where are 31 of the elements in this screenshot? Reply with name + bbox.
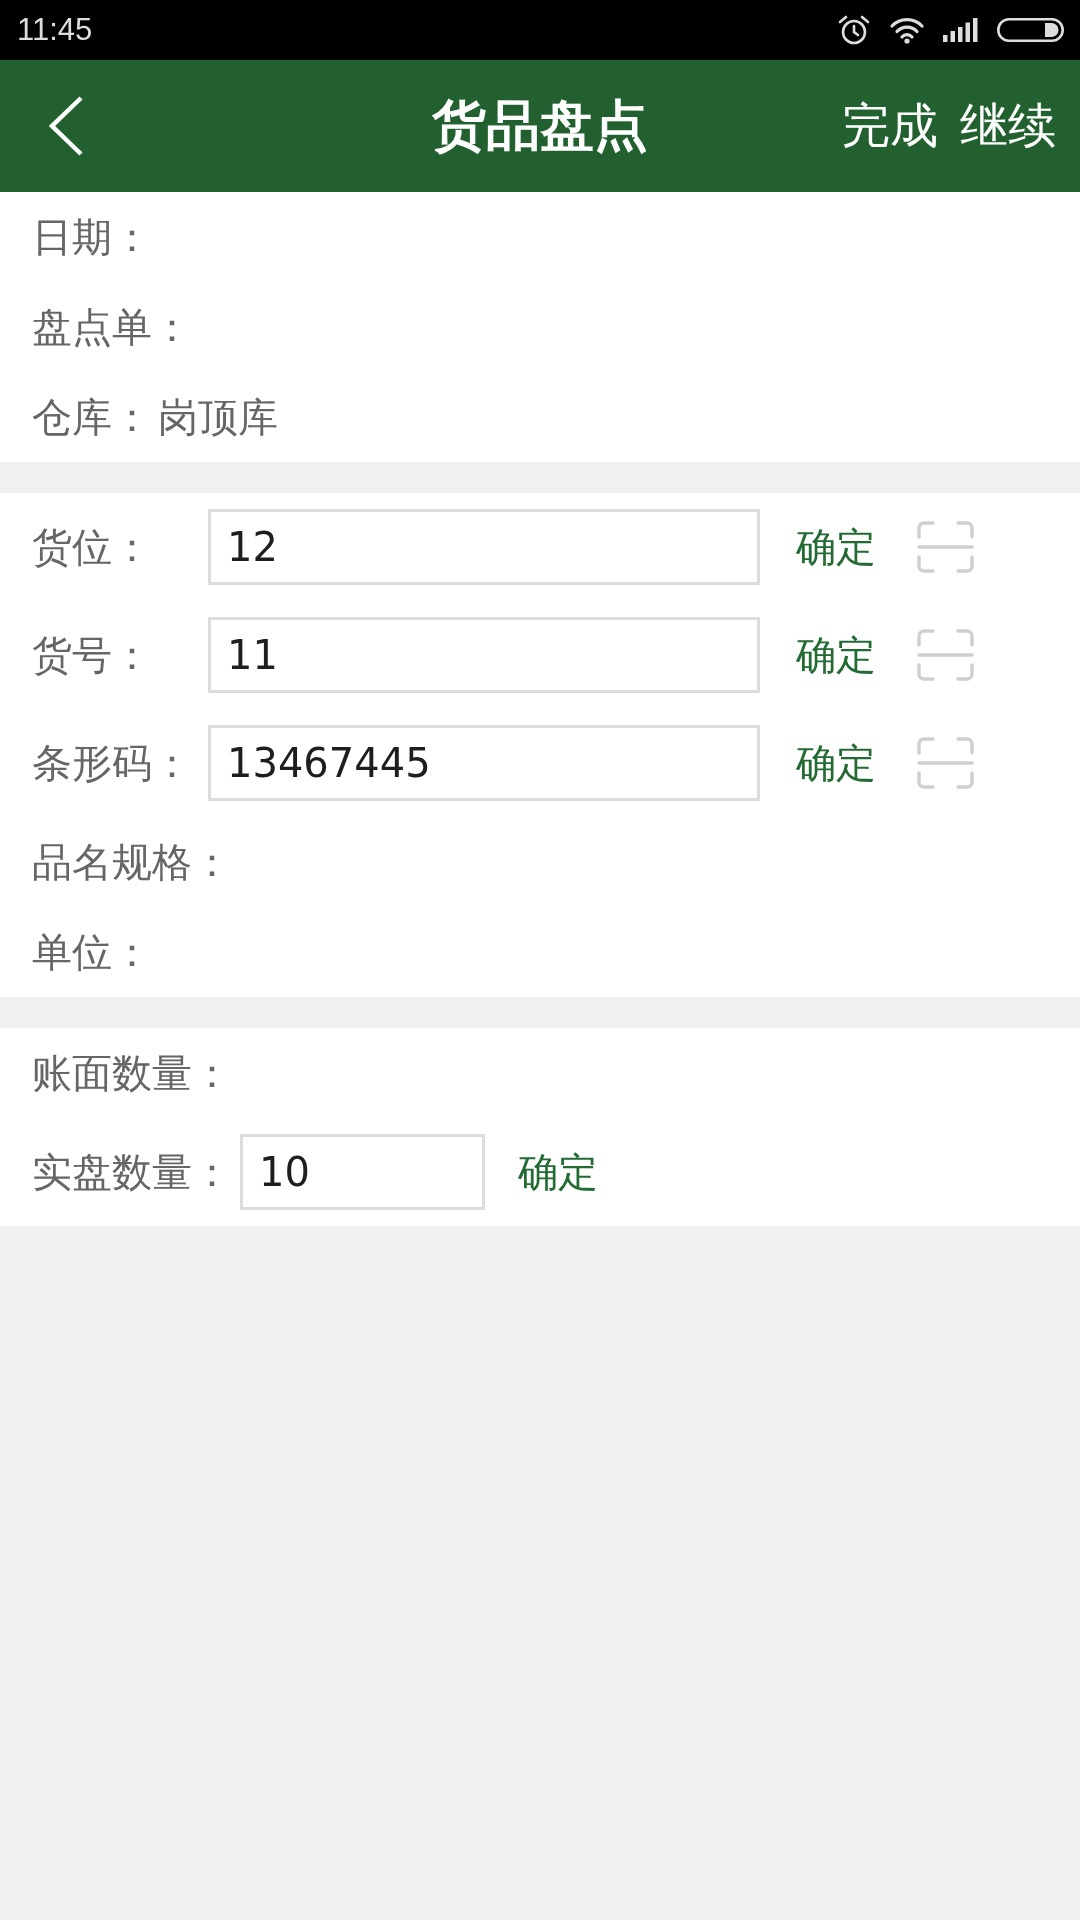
clock-time: 11:45 [17,12,93,48]
field-label: 账面数量： [32,1048,232,1098]
confirm-button[interactable]: 确定 [796,519,876,575]
field-label: 条形码： [32,738,193,788]
confirm-button[interactable]: 确定 [796,735,876,791]
field-label: 实盘数量： [32,1147,232,1197]
battery-icon [997,18,1064,42]
scan-icon[interactable] [917,737,974,789]
signal-icon [943,18,979,42]
header-action-button[interactable]: 完成 [842,94,938,158]
field-label: 仓库： [32,392,152,442]
back-icon[interactable] [48,96,84,156]
wifi-icon [889,16,925,44]
field-label: 品名规格： [32,837,232,887]
field-label: 日期： [32,212,152,262]
input-field[interactable]: 11 [208,617,760,693]
field-label: 单位： [32,927,152,977]
field-label: 货位： [32,522,153,572]
confirm-button[interactable]: 确定 [518,1144,598,1200]
field-value: 岗顶库 [158,392,278,442]
field-label: 盘点单： [32,302,192,352]
page-title: 货品盘点 [432,92,648,159]
input-field[interactable]: 12 [208,509,760,585]
header-action-button[interactable]: 继续 [960,94,1056,158]
field-label: 货号： [32,630,153,680]
confirm-button[interactable]: 确定 [796,627,876,683]
scan-icon[interactable] [917,629,974,681]
scan-icon[interactable] [917,521,974,573]
input-field[interactable]: 13467445 [208,725,760,801]
input-field[interactable]: 10 [240,1134,485,1210]
alarm-clock-icon [837,14,871,46]
